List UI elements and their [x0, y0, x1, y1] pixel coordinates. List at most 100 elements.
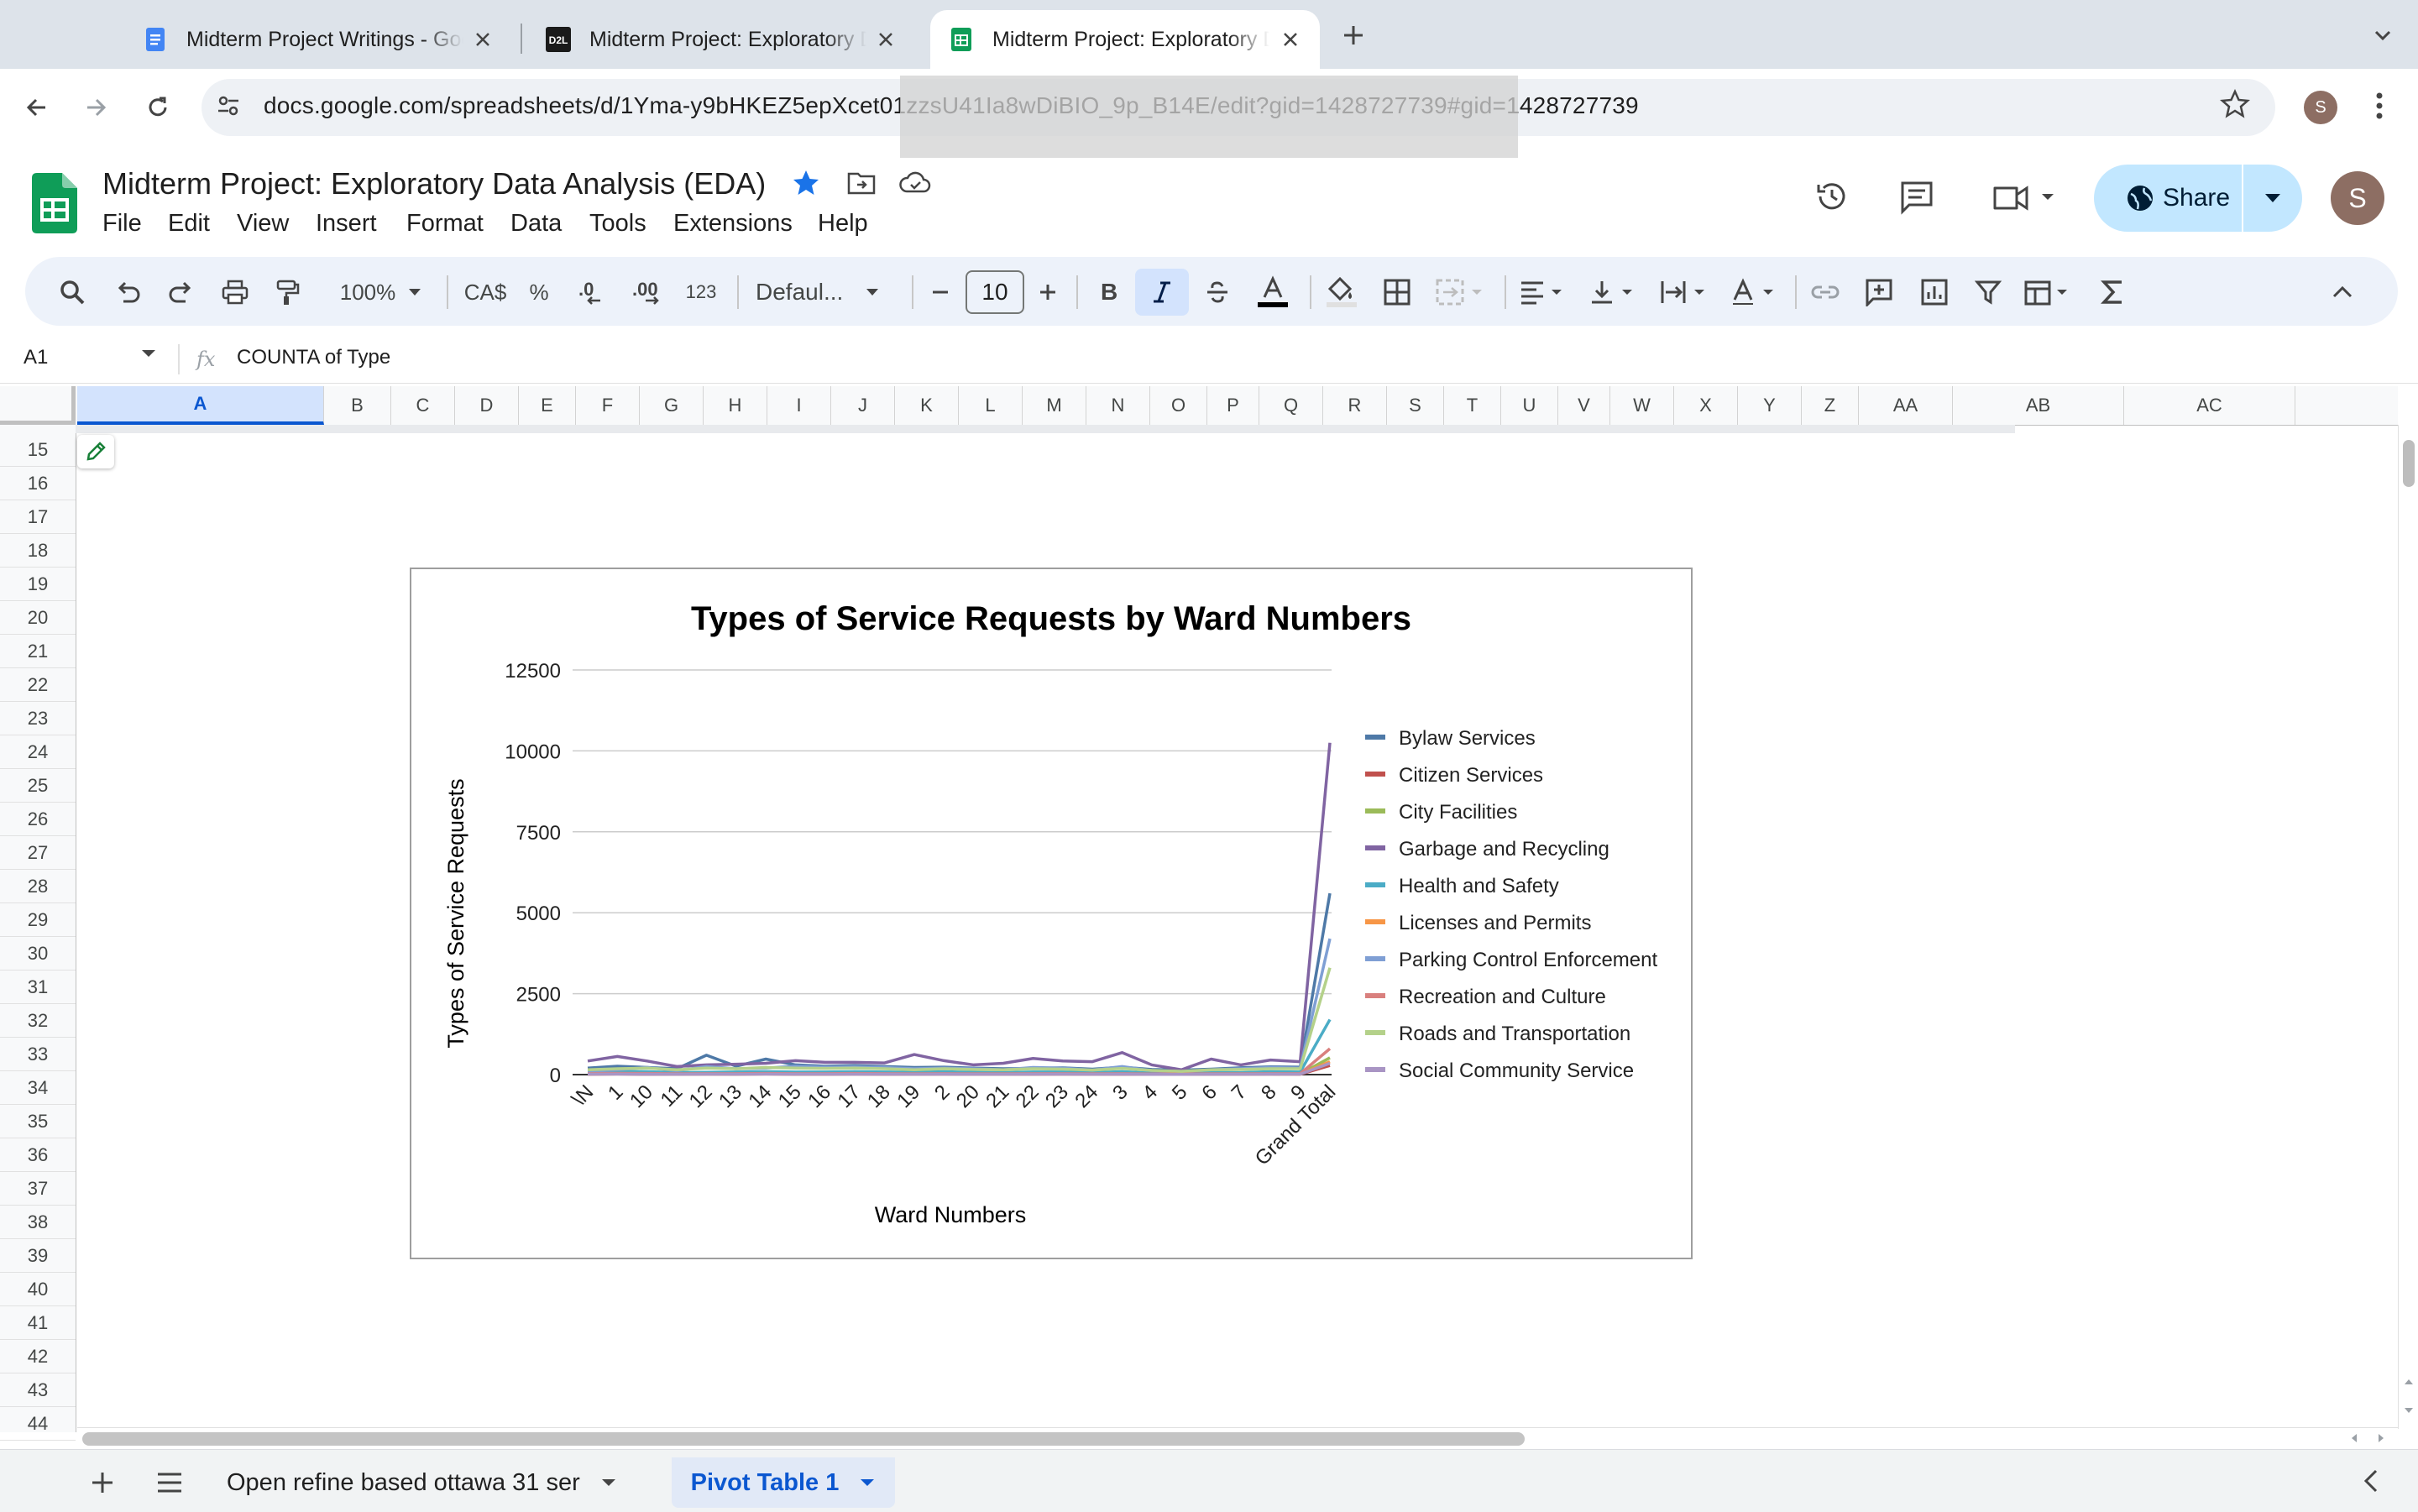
- sheets-logo-icon[interactable]: [32, 173, 77, 233]
- row-header-38[interactable]: 38: [0, 1206, 76, 1239]
- row-header-28[interactable]: 28: [0, 870, 76, 903]
- sheet-tab-pivot-table[interactable]: Pivot Table 1: [672, 1457, 895, 1508]
- text-rotation-icon[interactable]: [1728, 274, 1785, 311]
- name-box-dropdown-icon[interactable]: [139, 348, 158, 359]
- column-header-l[interactable]: L: [959, 386, 1023, 425]
- series-line-bylaw-services[interactable]: [587, 892, 1332, 1072]
- row-header-24[interactable]: 24: [0, 735, 76, 769]
- currency-format-button[interactable]: CA$: [458, 274, 512, 311]
- column-header-u[interactable]: U: [1501, 386, 1558, 425]
- bookmark-star-icon[interactable]: [2220, 89, 2250, 119]
- percent-format-button[interactable]: %: [521, 274, 557, 311]
- forward-button[interactable]: [76, 87, 116, 128]
- sheet-tab-open-refine[interactable]: Open refine based ottawa 31 ser: [227, 1457, 617, 1508]
- series-line-roads-and-transportation[interactable]: [587, 967, 1332, 1073]
- insert-chart-icon[interactable]: [1916, 274, 1953, 311]
- column-header-c[interactable]: C: [391, 386, 455, 425]
- scroll-down-arrow-icon[interactable]: [2403, 1405, 2415, 1415]
- column-header-d[interactable]: D: [455, 386, 519, 425]
- row-header-17[interactable]: 17: [0, 500, 76, 534]
- row-header-27[interactable]: 27: [0, 836, 76, 870]
- column-header-q[interactable]: Q: [1259, 386, 1323, 425]
- filter-views-icon[interactable]: [2022, 274, 2079, 311]
- column-header-a[interactable]: A: [77, 386, 324, 425]
- column-header-h[interactable]: H: [704, 386, 767, 425]
- merge-cells-icon[interactable]: [1432, 274, 1491, 311]
- all-sheets-icon[interactable]: [154, 1469, 185, 1496]
- row-header-18[interactable]: 18: [0, 534, 76, 568]
- column-header-m[interactable]: M: [1023, 386, 1086, 425]
- name-box[interactable]: A1: [24, 346, 48, 369]
- vertical-scroll-thumb[interactable]: [2403, 440, 2415, 487]
- menu-file[interactable]: File: [102, 210, 142, 238]
- row-header-20[interactable]: 20: [0, 601, 76, 635]
- menu-data[interactable]: Data: [510, 210, 562, 238]
- tab-search-button[interactable]: [2366, 18, 2400, 52]
- column-header-n[interactable]: N: [1086, 386, 1150, 425]
- menu-view[interactable]: View: [237, 210, 289, 238]
- menu-tools[interactable]: Tools: [589, 210, 646, 238]
- column-header-x[interactable]: X: [1674, 386, 1738, 425]
- site-info-icon[interactable]: [215, 92, 242, 119]
- search-menus-icon[interactable]: [54, 274, 91, 311]
- column-header-ab[interactable]: AB: [1953, 386, 2124, 425]
- row-header-31[interactable]: 31: [0, 971, 76, 1004]
- paint-format-icon[interactable]: [269, 274, 306, 311]
- menu-insert[interactable]: Insert: [316, 210, 377, 238]
- close-tab-icon[interactable]: [873, 27, 898, 52]
- star-icon[interactable]: [791, 168, 821, 198]
- column-header-v[interactable]: V: [1558, 386, 1610, 425]
- font-size-input[interactable]: 10: [966, 270, 1024, 314]
- zoom-select[interactable]: 100%: [331, 274, 432, 311]
- row-header-29[interactable]: 29: [0, 903, 76, 937]
- row-header-15[interactable]: 15: [0, 433, 76, 467]
- row-header-39[interactable]: 39: [0, 1239, 76, 1273]
- row-header-40[interactable]: 40: [0, 1273, 76, 1306]
- close-tab-icon[interactable]: [470, 27, 495, 52]
- scroll-right-arrow-icon[interactable]: [2376, 1432, 2386, 1444]
- select-all-corner[interactable]: [0, 386, 76, 425]
- row-header-36[interactable]: 36: [0, 1138, 76, 1172]
- browser-tab-d2l[interactable]: D2L Midterm Project: Exploratory Data An…: [527, 10, 915, 69]
- row-header-25[interactable]: 25: [0, 769, 76, 803]
- row-header-37[interactable]: 37: [0, 1172, 76, 1206]
- column-header-f[interactable]: F: [576, 386, 640, 425]
- column-header-y[interactable]: Y: [1738, 386, 1802, 425]
- column-header-j[interactable]: J: [831, 386, 895, 425]
- version-history-icon[interactable]: [1814, 178, 1850, 215]
- browser-tab-sheets[interactable]: Midterm Project: Exploratory Data Analys…: [930, 10, 1320, 69]
- vertical-align-icon[interactable]: [1587, 274, 1644, 311]
- more-formats-button[interactable]: 123: [680, 274, 722, 311]
- row-header-33[interactable]: 33: [0, 1038, 76, 1071]
- horizontal-scroll-thumb[interactable]: [82, 1432, 1525, 1446]
- line-chart[interactable]: Types of Service Requests by Ward Number…: [410, 568, 1693, 1259]
- browser-tab-docs[interactable]: Midterm Project Writings - Google Docs: [124, 10, 512, 69]
- text-wrapping-icon[interactable]: [1657, 274, 1714, 311]
- vertical-scrollbar[interactable]: [2398, 425, 2418, 1429]
- edit-pencil-icon[interactable]: [77, 435, 114, 468]
- browser-menu-icon[interactable]: [2373, 89, 2386, 123]
- formula-input[interactable]: COUNTA of Type: [237, 346, 390, 369]
- hide-menus-icon[interactable]: [2324, 274, 2361, 311]
- filter-icon[interactable]: [1970, 274, 2007, 311]
- column-header-g[interactable]: G: [640, 386, 704, 425]
- decrease-font-size-icon[interactable]: [924, 274, 957, 311]
- menu-edit[interactable]: Edit: [168, 210, 210, 238]
- insert-comment-icon[interactable]: [1861, 274, 1897, 311]
- row-header-30[interactable]: 30: [0, 937, 76, 971]
- row-header-42[interactable]: 42: [0, 1340, 76, 1373]
- row-header-19[interactable]: 19: [0, 568, 76, 601]
- share-dropdown-button[interactable]: [2243, 165, 2302, 232]
- menu-format[interactable]: Format: [406, 210, 484, 238]
- decrease-decimal-button[interactable]: .0: [571, 274, 613, 311]
- undo-icon[interactable]: [109, 274, 146, 311]
- column-header-e[interactable]: E: [519, 386, 576, 425]
- series-line-parking-control-enforcement[interactable]: [587, 938, 1332, 1074]
- row-header-16[interactable]: 16: [0, 467, 76, 500]
- italic-icon[interactable]: [1135, 269, 1189, 316]
- scroll-left-arrow-icon[interactable]: [2349, 1432, 2359, 1444]
- collapse-sidebar-icon[interactable]: [2359, 1466, 2384, 1496]
- new-tab-button[interactable]: [1337, 18, 1370, 52]
- row-header-41[interactable]: 41: [0, 1306, 76, 1340]
- share-button[interactable]: Share: [2094, 165, 2242, 232]
